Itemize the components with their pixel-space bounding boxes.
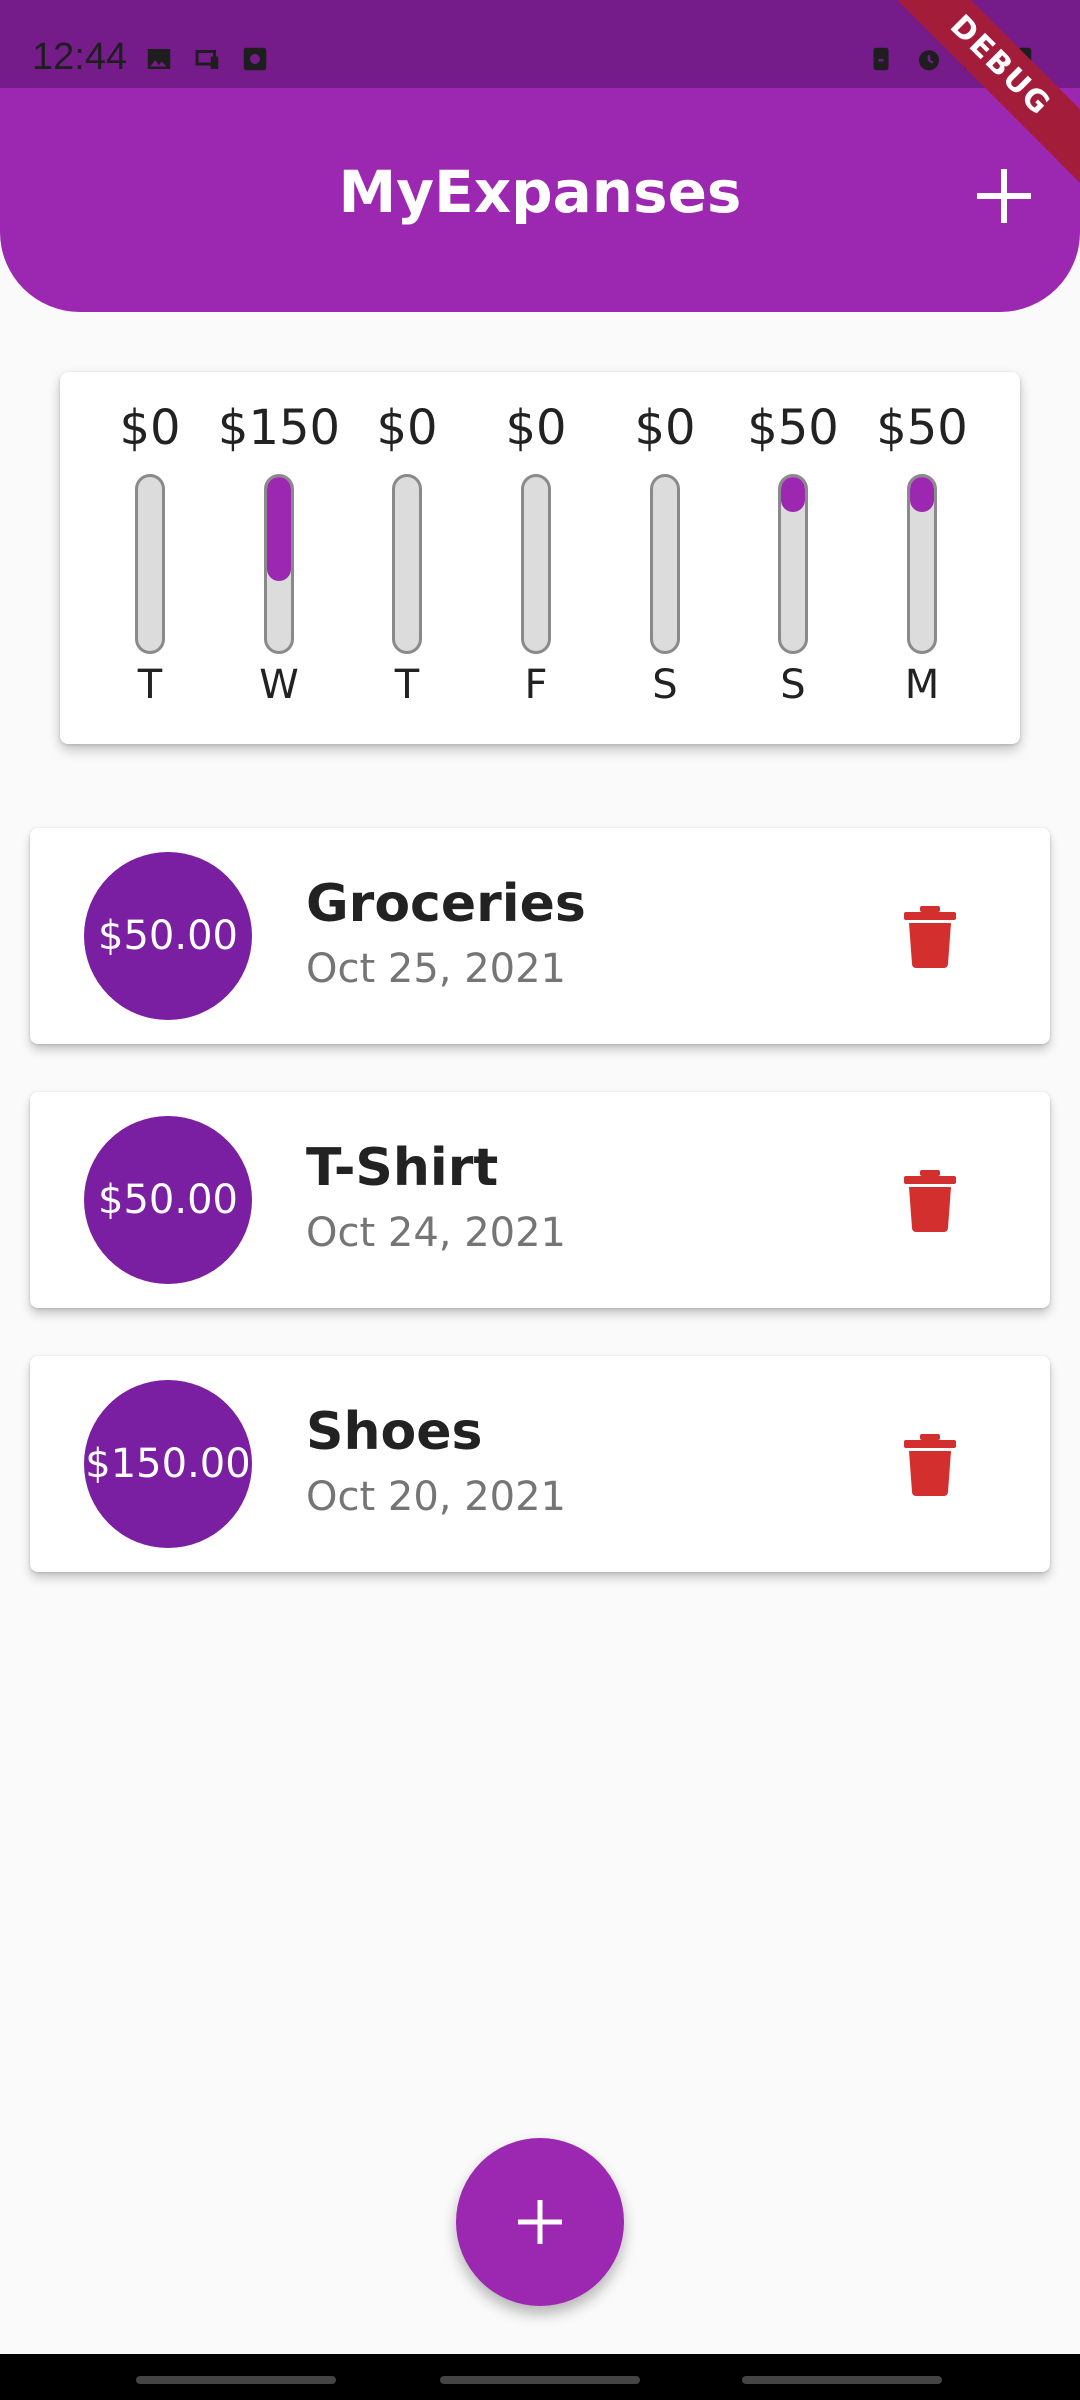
chart-bar-fill (910, 477, 934, 512)
transaction-amount-avatar: $150.00 (84, 1380, 252, 1548)
chart-bar-track (778, 474, 808, 654)
delete-icon[interactable] (902, 1434, 958, 1496)
transaction-amount-avatar: $50.00 (84, 852, 252, 1020)
chart-bar-track (907, 474, 937, 654)
chart-day-column: $0 T (342, 372, 472, 744)
chart-amount-label: $0 (505, 400, 567, 456)
transaction-card[interactable]: $50.00 T-Shirt Oct 24, 2021 (30, 1092, 1050, 1308)
plus-icon[interactable] (974, 166, 1034, 226)
chart-day-column: $0 F (471, 372, 601, 744)
transaction-title: T-Shirt (306, 1138, 499, 1198)
add-transaction-button[interactable] (456, 2138, 624, 2306)
chart-bar-track (650, 474, 680, 654)
chart-day-column: $50 M (857, 372, 987, 744)
transaction-date: Oct 24, 2021 (306, 1210, 566, 1256)
chart-day-column: $0 S (600, 372, 730, 744)
chart-day-column: $150 W (214, 372, 344, 744)
chart-bar-track (264, 474, 294, 654)
chart-day-label: T (394, 662, 420, 708)
chart-bar-track (135, 474, 165, 654)
app-title: MyExpanses (338, 158, 742, 226)
plus-icon (518, 2200, 562, 2244)
alarm-icon (919, 50, 939, 71)
transaction-amount-avatar: $50.00 (84, 1116, 252, 1284)
chart-day-label: S (652, 662, 678, 708)
chart-day-label: T (137, 662, 163, 708)
transaction-card[interactable]: $150.00 Shoes Oct 20, 2021 (30, 1356, 1050, 1572)
app-bar: MyExpanses (0, 88, 1080, 312)
chart-amount-label: $50 (876, 400, 968, 456)
system-nav-bar (0, 2354, 1080, 2400)
battery-saver-icon (873, 47, 889, 71)
chart-bar-track (521, 474, 551, 654)
transaction-date: Oct 25, 2021 (306, 946, 566, 992)
chart-bar-track (392, 474, 422, 654)
chart-day-label: M (904, 662, 940, 708)
chart-amount-label: $150 (217, 400, 341, 456)
chart-amount-label: $0 (119, 400, 181, 456)
media-icon (243, 47, 267, 71)
delete-icon[interactable] (902, 906, 958, 968)
image-icon (147, 49, 171, 69)
nav-recents-handle[interactable] (742, 2376, 942, 2384)
chart-amount-label: $0 (376, 400, 438, 456)
chart-bar-fill (267, 477, 291, 582)
transaction-title: Groceries (306, 874, 586, 934)
devices-icon (195, 50, 219, 69)
transaction-date: Oct 20, 2021 (306, 1474, 566, 1520)
chart-day-label: W (259, 662, 299, 708)
chart-day-label: S (780, 662, 806, 708)
status-time: 12:44 (32, 36, 128, 78)
transaction-card[interactable]: $50.00 Groceries Oct 25, 2021 (30, 828, 1050, 1044)
chart-amount-label: $50 (747, 400, 839, 456)
chart-amount-label: $0 (634, 400, 696, 456)
chart-day-column: $0 T (85, 372, 215, 744)
weekly-chart-card: $0 T $150 W $0 T $0 F $0 S $50 S $50 M (60, 372, 1020, 744)
transaction-title: Shoes (306, 1402, 483, 1462)
chart-day-label: F (524, 662, 548, 708)
chart-bar-fill (781, 477, 805, 512)
nav-home-handle[interactable] (440, 2376, 640, 2384)
delete-icon[interactable] (902, 1170, 958, 1232)
nav-back-handle[interactable] (136, 2376, 336, 2384)
chart-day-column: $50 S (728, 372, 858, 744)
status-icons-left (144, 44, 270, 74)
